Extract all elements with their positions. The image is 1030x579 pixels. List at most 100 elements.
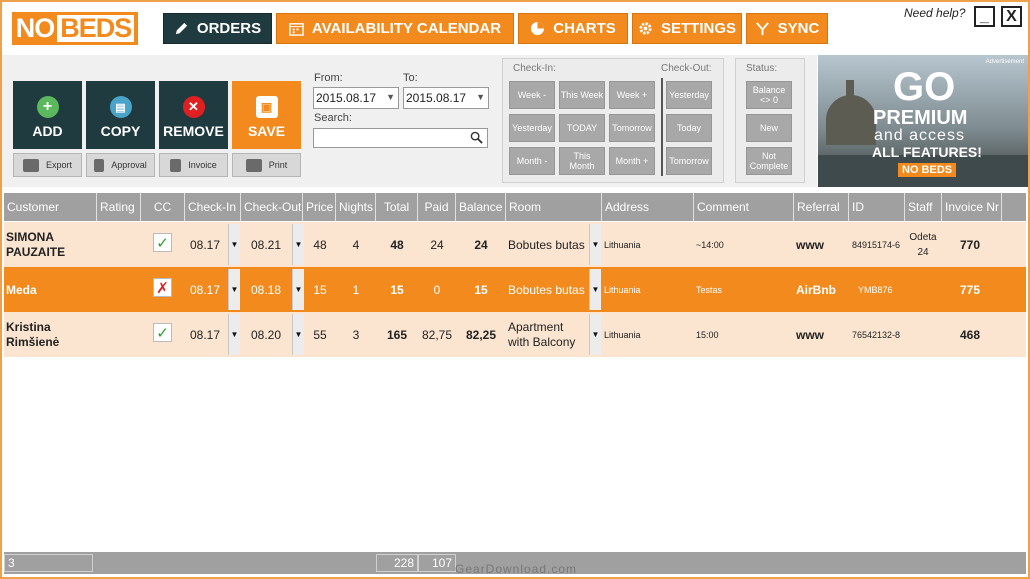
col-room[interactable]: Room	[506, 193, 602, 221]
col-staff[interactable]: Staff	[905, 193, 942, 221]
checkin-yesterday-button[interactable]: Yesterday	[509, 114, 555, 142]
cc-checkbox[interactable]: ✓	[153, 323, 172, 342]
export-label: Export	[45, 160, 72, 170]
nav-charts-button[interactable]: CHARTS	[518, 13, 628, 44]
checkin-dropdown-icon[interactable]: ▼	[228, 269, 240, 310]
nav-calendar-button[interactable]: AVAILABILITY CALENDAR	[276, 13, 514, 44]
cell-checkin[interactable]: 08.17	[190, 312, 230, 357]
cell-checkin[interactable]: 08.17	[190, 267, 230, 312]
checkout-dropdown-icon[interactable]: ▼	[292, 269, 304, 310]
cell-checkout[interactable]: 08.20	[251, 312, 291, 357]
watermark: GearDownload.com	[455, 562, 578, 576]
col-checkin[interactable]: Check-In	[185, 193, 241, 221]
col-paid[interactable]: Paid	[418, 193, 456, 221]
premium-advertisement[interactable]: Advertisement GO PREMIUM and access ALL …	[818, 55, 1028, 187]
col-checkout[interactable]: Check-Out	[241, 193, 303, 221]
copy-icon: ▤	[109, 96, 132, 118]
approval-button[interactable]: Approval	[86, 153, 155, 177]
copy-button[interactable]: ▤ COPY	[86, 81, 155, 149]
col-price[interactable]: Price	[303, 193, 336, 221]
col-balance[interactable]: Balance	[456, 193, 506, 221]
add-button[interactable]: + ADD	[13, 81, 82, 149]
cell-referral: AirBnb	[796, 282, 836, 297]
col-referral[interactable]: Referral	[794, 193, 849, 221]
sync-icon	[755, 22, 769, 36]
table-row[interactable]: SIMONA PAUZAITE ✓ 08.17 ▼ 08.21 ▼ 48 4 4…	[4, 222, 1026, 267]
cell-room[interactable]: Bobutes butas	[508, 222, 588, 267]
checkout-dropdown-icon[interactable]: ▼	[292, 224, 304, 265]
col-rating[interactable]: Rating	[97, 193, 141, 221]
invoice-button[interactable]: Invoice	[159, 153, 228, 177]
cell-address: Lithuania	[604, 239, 641, 250]
room-dropdown-icon[interactable]: ▼	[589, 314, 601, 355]
col-customer[interactable]: Customer	[4, 193, 97, 221]
cell-invoice: 770	[959, 237, 981, 252]
col-id[interactable]: ID	[849, 193, 905, 221]
checkout-tomorrow-button[interactable]: Tomorrow	[666, 147, 712, 175]
checkout-dropdown-icon[interactable]: ▼	[292, 314, 304, 355]
cell-invoice: 468	[959, 327, 981, 342]
cell-paid: 24	[430, 237, 444, 252]
room-dropdown-icon[interactable]: ▼	[589, 224, 601, 265]
checkin-month-plus-button[interactable]: Month +	[609, 147, 655, 175]
checkin-week-minus-button[interactable]: Week -	[509, 81, 555, 109]
status-new-button[interactable]: New	[746, 114, 792, 142]
from-date-field[interactable]: 2015.08.17 ▼	[313, 87, 399, 109]
nav-settings-label: SETTINGS	[660, 20, 736, 37]
checkin-week-plus-button[interactable]: Week +	[609, 81, 655, 109]
table-row[interactable]: Kristina Rimšienė ✓ 08.17 ▼ 08.20 ▼ 55 3…	[4, 312, 1026, 357]
checkout-label: Check-Out:	[661, 63, 712, 74]
status-label: Status:	[746, 63, 778, 74]
ad-dome-shape	[826, 95, 876, 145]
help-link[interactable]: Need help?	[904, 6, 965, 20]
status-not-complete-button[interactable]: Not Complete	[746, 147, 792, 175]
print-button[interactable]: Print	[232, 153, 301, 177]
cell-room[interactable]: Bobutes butas	[508, 267, 588, 312]
table-row-selected[interactable]: Meda ✗ 08.17 ▼ 08.18 ▼ 15 1 15 0 15 Bobu…	[4, 267, 1026, 312]
cell-checkout[interactable]: 08.18	[251, 267, 291, 312]
checkin-label: Check-In:	[513, 63, 556, 74]
minimize-button[interactable]: _	[974, 6, 995, 27]
approval-icon	[94, 158, 105, 172]
cell-total: 48	[390, 237, 404, 252]
nav-charts-label: CHARTS	[553, 20, 616, 37]
nav-orders-label: ORDERS	[196, 20, 262, 37]
col-address[interactable]: Address	[602, 193, 694, 221]
status-balance-button[interactable]: Balance <> 0	[746, 81, 792, 109]
search-input[interactable]	[313, 128, 488, 148]
remove-button[interactable]: ✕ REMOVE	[159, 81, 228, 149]
nav-sync-button[interactable]: SYNC	[746, 13, 828, 44]
checkout-yesterday-button[interactable]: Yesterday	[666, 81, 712, 109]
nav-orders-button[interactable]: ORDERS	[163, 13, 272, 44]
checkout-today-button[interactable]: Today	[666, 114, 712, 142]
save-button[interactable]: ▣ SAVE	[232, 81, 301, 149]
cell-checkout[interactable]: 08.21	[251, 222, 291, 267]
checkin-month-minus-button[interactable]: Month -	[509, 147, 555, 175]
to-date-field[interactable]: 2015.08.17 ▼	[403, 87, 489, 109]
cell-room[interactable]: Apartment with Balcony	[508, 312, 588, 357]
col-nights[interactable]: Nights	[336, 193, 376, 221]
cell-total: 165	[386, 327, 408, 342]
cell-price: 15	[313, 282, 327, 297]
cc-checkbox[interactable]: ✓	[153, 233, 172, 252]
checkin-today-button[interactable]: TODAY	[559, 114, 605, 142]
cell-comment: Testas	[696, 284, 723, 295]
cc-checkbox[interactable]: ✗	[153, 278, 172, 297]
checkin-tomorrow-button[interactable]: Tomorrow	[609, 114, 655, 142]
col-cc[interactable]: CC	[141, 193, 185, 221]
nav-sync-label: SYNC	[777, 20, 820, 37]
invoice-label: Invoice	[188, 160, 217, 170]
col-comment[interactable]: Comment	[694, 193, 794, 221]
close-button[interactable]: X	[1001, 6, 1022, 27]
checkin-dropdown-icon[interactable]: ▼	[228, 314, 240, 355]
checkin-this-month-button[interactable]: This Month	[559, 147, 605, 175]
pie-chart-icon	[531, 21, 545, 36]
checkin-this-week-button[interactable]: This Week	[559, 81, 605, 109]
col-invoice[interactable]: Invoice Nr	[942, 193, 1002, 221]
checkin-dropdown-icon[interactable]: ▼	[228, 224, 240, 265]
col-total[interactable]: Total	[376, 193, 418, 221]
room-dropdown-icon[interactable]: ▼	[589, 269, 601, 310]
nav-settings-button[interactable]: SETTINGS	[632, 13, 742, 44]
cell-checkin[interactable]: 08.17	[190, 222, 230, 267]
export-button[interactable]: Export	[13, 153, 82, 177]
